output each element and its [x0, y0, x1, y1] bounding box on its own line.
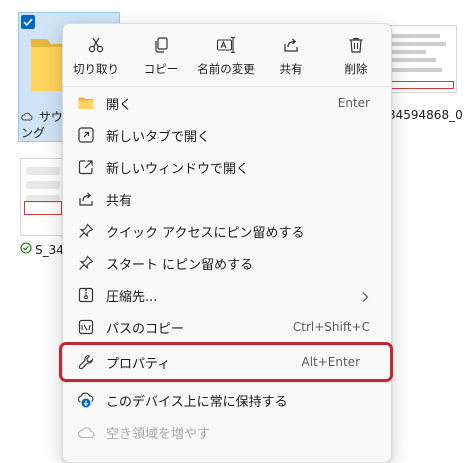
menu-item-label: パスのコピー: [106, 321, 185, 337]
rename-label: 名前の変更: [197, 62, 255, 76]
file-name-left-text: S_34: [35, 242, 64, 257]
cut-button[interactable]: 切り取り: [64, 30, 128, 80]
copy-button[interactable]: コピー: [129, 30, 193, 80]
sync-check-icon: [20, 242, 32, 257]
menu-item-pin-start[interactable]: スタート にピン留めする: [67, 247, 387, 279]
new-tab-icon: [78, 127, 94, 143]
menu-item-properties[interactable]: プロパティ Alt+Enter: [59, 342, 393, 382]
folder-icon: [78, 97, 94, 109]
menu-item-open-new-window[interactable]: 新しいウィンドウで開く: [67, 151, 387, 183]
delete-button[interactable]: 削除: [324, 30, 388, 80]
menu-divider: [63, 382, 391, 383]
menu-item-label: スタート にピン留めする: [106, 257, 254, 273]
menu-item-shortcut: Alt+Enter: [301, 355, 360, 369]
menu-item-copy-path[interactable]: パスのコピー Ctrl+Shift+C: [67, 311, 387, 343]
menu-item-label: 共有: [106, 193, 133, 209]
share-label: 共有: [279, 62, 303, 76]
cloud-download-icon: [77, 392, 94, 408]
copy-path-icon: [78, 319, 94, 335]
cut-label: 切り取り: [73, 62, 119, 76]
menu-item-label: このデバイス上に常に保持する: [106, 394, 288, 410]
share-icon: [79, 192, 93, 206]
new-window-icon: [78, 160, 93, 175]
menu-item-label: プロパティ: [106, 356, 171, 372]
context-menu: 切り取り コピー 名前の変更 共有 削除 開く Enter 新しいタブで開く 新…: [59, 23, 393, 463]
chevron-right-icon: [361, 288, 369, 307]
rename-button[interactable]: 名前の変更: [194, 30, 258, 80]
context-menu-toolbar: 切り取り コピー 名前の変更 共有 削除: [63, 30, 391, 82]
delete-label: 削除: [344, 62, 368, 76]
scissors-icon: [88, 37, 104, 53]
copy-label: コピー: [143, 62, 179, 76]
file-name-left[interactable]: S_34: [20, 242, 64, 257]
pin-icon: [79, 223, 94, 238]
menu-item-compress-to[interactable]: 圧縮先...: [67, 279, 387, 311]
menu-item-share[interactable]: 共有: [67, 183, 387, 215]
menu-item-free-up-space[interactable]: 空き領域を増やす: [67, 416, 387, 448]
trash-icon: [349, 37, 363, 53]
menu-item-shortcut: Enter: [337, 96, 370, 110]
menu-item-label: 空き領域を増やす: [106, 426, 211, 442]
checkbox-checked-icon[interactable]: [21, 15, 35, 29]
wrench-icon: [78, 354, 94, 370]
menu-item-always-keep-on-device[interactable]: このデバイス上に常に保持する: [67, 384, 387, 416]
menu-item-shortcut: Ctrl+Shift+C: [292, 320, 370, 334]
zip-archive-icon: [78, 287, 94, 303]
menu-item-open[interactable]: 開く Enter: [67, 87, 387, 119]
cloud-icon: [21, 110, 37, 124]
rename-icon: [216, 36, 235, 54]
pin-icon: [79, 255, 94, 270]
file-name-right[interactable]: _34594868_0: [382, 108, 463, 122]
file-thumbnail-left[interactable]: [20, 158, 64, 236]
menu-item-open-new-tab[interactable]: 新しいタブで開く: [67, 119, 387, 151]
copy-icon: [155, 37, 168, 53]
menu-item-label: 新しいウィンドウで開く: [106, 161, 250, 177]
menu-item-label: 圧縮先...: [106, 289, 158, 305]
menu-item-pin-quick-access[interactable]: クイック アクセスにピン留めする: [67, 215, 387, 247]
menu-item-label: クイック アクセスにピン留めする: [106, 225, 305, 241]
share-icon: [284, 38, 298, 52]
cloud-icon: [77, 427, 95, 439]
menu-item-label: 開く: [106, 97, 133, 113]
menu-item-label: 新しいタブで開く: [106, 129, 211, 145]
share-button[interactable]: 共有: [259, 30, 323, 80]
